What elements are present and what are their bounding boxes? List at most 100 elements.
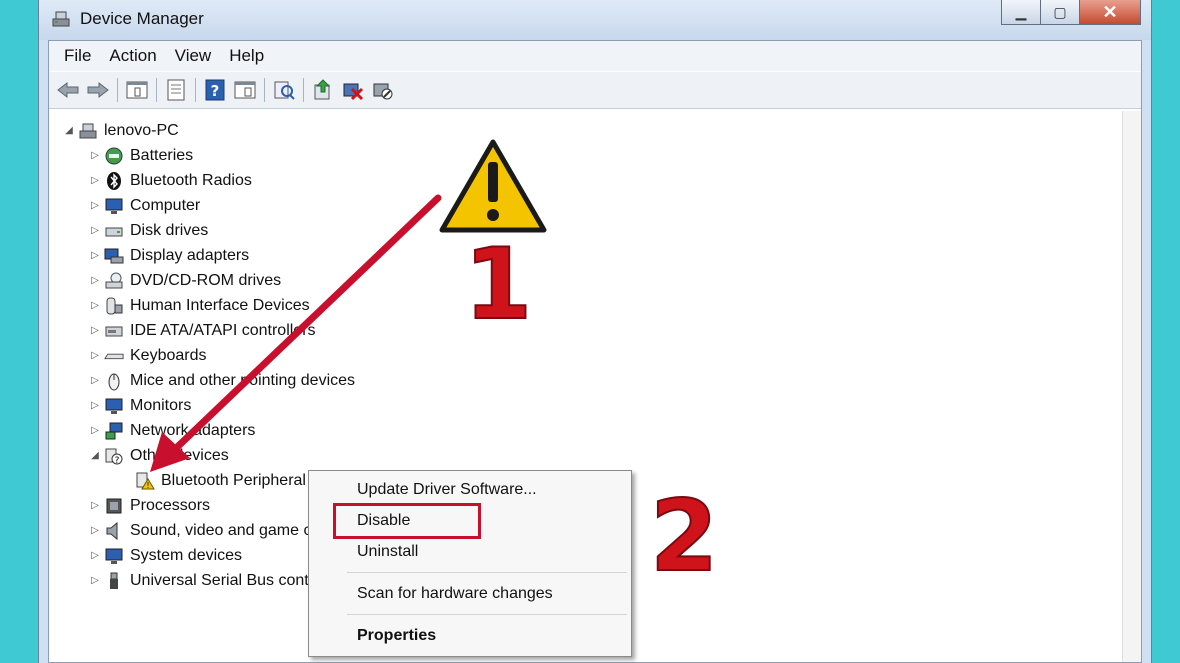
update-driver-icon: [314, 79, 331, 100]
tree-node-processors[interactable]: ▷ Processors: [89, 493, 210, 518]
monitor-icon: [104, 396, 124, 416]
expand-icon[interactable]: ▷: [89, 375, 101, 386]
expand-icon[interactable]: ▷: [89, 325, 101, 336]
expand-icon[interactable]: ▷: [89, 275, 101, 286]
view-button[interactable]: [232, 77, 258, 103]
tree-node-display-adapters[interactable]: ▷ Display adapters: [89, 243, 249, 268]
computer-icon: [104, 196, 124, 216]
help-icon: ?: [205, 79, 225, 101]
toolbar-separator: [117, 78, 118, 102]
tree-node-label: Computer: [130, 196, 201, 214]
menu-update-driver[interactable]: Update Driver Software...: [357, 481, 537, 499]
context-menu: Update Driver Software... Disable Uninst…: [308, 470, 632, 657]
menu-scan-hardware[interactable]: Scan for hardware changes: [357, 585, 553, 603]
toolbar-separator: [195, 78, 196, 102]
expand-icon[interactable]: ▷: [89, 400, 101, 411]
expand-icon[interactable]: ▷: [89, 550, 101, 561]
sound-icon: [104, 521, 124, 541]
scan-hardware-button[interactable]: [271, 77, 297, 103]
uninstall-icon: [343, 83, 364, 101]
menu-file[interactable]: File: [55, 46, 100, 66]
tree-node-label: Display adapters: [130, 246, 250, 264]
view-icon: [234, 81, 256, 99]
tree-node-batteries[interactable]: ▷ Batteries: [89, 143, 193, 168]
menu-help[interactable]: Help: [220, 46, 273, 66]
menu-properties[interactable]: Properties: [357, 627, 436, 645]
tree-node-hid[interactable]: ▷ Human Interface Devices: [89, 293, 310, 318]
help-button[interactable]: ?: [202, 77, 228, 103]
disable-icon: [373, 83, 393, 100]
disable-device-button[interactable]: [370, 77, 396, 103]
collapse-icon[interactable]: ◢: [89, 450, 101, 461]
tree-node-bluetooth-radios[interactable]: ▷ Bluetooth Radios: [89, 168, 252, 193]
system-devices-icon: [104, 546, 124, 566]
usb-icon: [104, 571, 124, 591]
tree-node-other-devices[interactable]: ◢ ? Other devices: [89, 443, 229, 468]
menu-separator: [347, 614, 627, 615]
tree-node-computer[interactable]: ▷ Computer: [89, 193, 200, 218]
expand-icon[interactable]: ▷: [89, 150, 101, 161]
toolbar-separator: [264, 78, 265, 102]
warning-device-icon: !: [135, 471, 155, 491]
hid-icon: [104, 296, 124, 316]
ide-controller-icon: [104, 321, 124, 341]
expand-icon[interactable]: ▷: [89, 250, 101, 261]
properties-button[interactable]: [163, 77, 189, 103]
tree-node-label: Batteries: [130, 146, 194, 164]
tree-node-label: Network adapters: [130, 421, 256, 439]
maximize-button[interactable]: ▢: [1040, 0, 1080, 25]
expand-icon[interactable]: ▷: [89, 425, 101, 436]
update-driver-button[interactable]: [310, 77, 336, 103]
network-adapter-icon: [104, 421, 124, 441]
close-button[interactable]: ✕: [1079, 0, 1141, 25]
display-adapter-icon: [104, 246, 124, 266]
toolbar: ?: [49, 72, 1141, 109]
back-button[interactable]: [55, 77, 81, 103]
toolbar-separator: [156, 78, 157, 102]
expand-icon[interactable]: ▷: [89, 350, 101, 361]
forward-button[interactable]: [85, 77, 111, 103]
tree-node-monitors[interactable]: ▷ Monitors: [89, 393, 191, 418]
expand-icon[interactable]: ▷: [89, 175, 101, 186]
tree-node-disk-drives[interactable]: ▷ Disk drives: [89, 218, 208, 243]
computer-root-icon: [78, 121, 98, 141]
tree-node-label: System devices: [130, 546, 243, 564]
toolbar-separator: [303, 78, 304, 102]
tree-node-keyboards[interactable]: ▷ Keyboards: [89, 343, 206, 368]
tree-node-dvd-drives[interactable]: ▷ DVD/CD-ROM drives: [89, 268, 281, 293]
disable-highlight-box: [333, 503, 481, 539]
console-tree-icon: [126, 81, 148, 99]
menu-uninstall[interactable]: Uninstall: [357, 543, 418, 561]
window-title: Device Manager: [80, 9, 204, 28]
expand-icon[interactable]: ▷: [89, 300, 101, 311]
expand-icon[interactable]: ▷: [89, 225, 101, 236]
menu-view[interactable]: View: [166, 46, 221, 66]
expand-icon[interactable]: ▷: [89, 575, 101, 586]
tree-node-label: DVD/CD-ROM drives: [130, 271, 282, 289]
tree-node-ide-controllers[interactable]: ▷ IDE ATA/ATAPI controllers: [89, 318, 315, 343]
expand-icon[interactable]: ▷: [89, 525, 101, 536]
menu-action[interactable]: Action: [100, 46, 165, 66]
show-hide-console-button[interactable]: [124, 77, 150, 103]
forward-icon: [87, 81, 109, 99]
title-bar[interactable]: Device Manager ▁ ▢ ✕: [39, 0, 1151, 40]
step-number-1: 1: [463, 227, 533, 343]
tree-node-label: Processors: [130, 496, 211, 514]
tree-root[interactable]: ◢ lenovo-PC: [63, 118, 179, 143]
expand-icon[interactable]: ▷: [89, 500, 101, 511]
menu-bar: File Action View Help: [49, 41, 1141, 71]
minimize-button[interactable]: ▁: [1001, 0, 1041, 25]
collapse-icon[interactable]: ◢: [63, 125, 75, 136]
tree-node-network-adapters[interactable]: ▷ Network adapters: [89, 418, 255, 443]
uninstall-button[interactable]: [340, 77, 366, 103]
processor-icon: [104, 496, 124, 516]
tree-node-mice[interactable]: ▷ Mice and other pointing devices: [89, 368, 355, 393]
step-number-2: 2: [649, 479, 719, 595]
expand-icon[interactable]: ▷: [89, 200, 101, 211]
vertical-scrollbar[interactable]: [1122, 111, 1141, 662]
mouse-icon: [104, 371, 124, 391]
tree-node-label: Disk drives: [130, 221, 209, 239]
bluetooth-icon: [104, 171, 124, 191]
tree-root-label: lenovo-PC: [104, 121, 179, 139]
tree-node-system-devices[interactable]: ▷ System devices: [89, 543, 242, 568]
